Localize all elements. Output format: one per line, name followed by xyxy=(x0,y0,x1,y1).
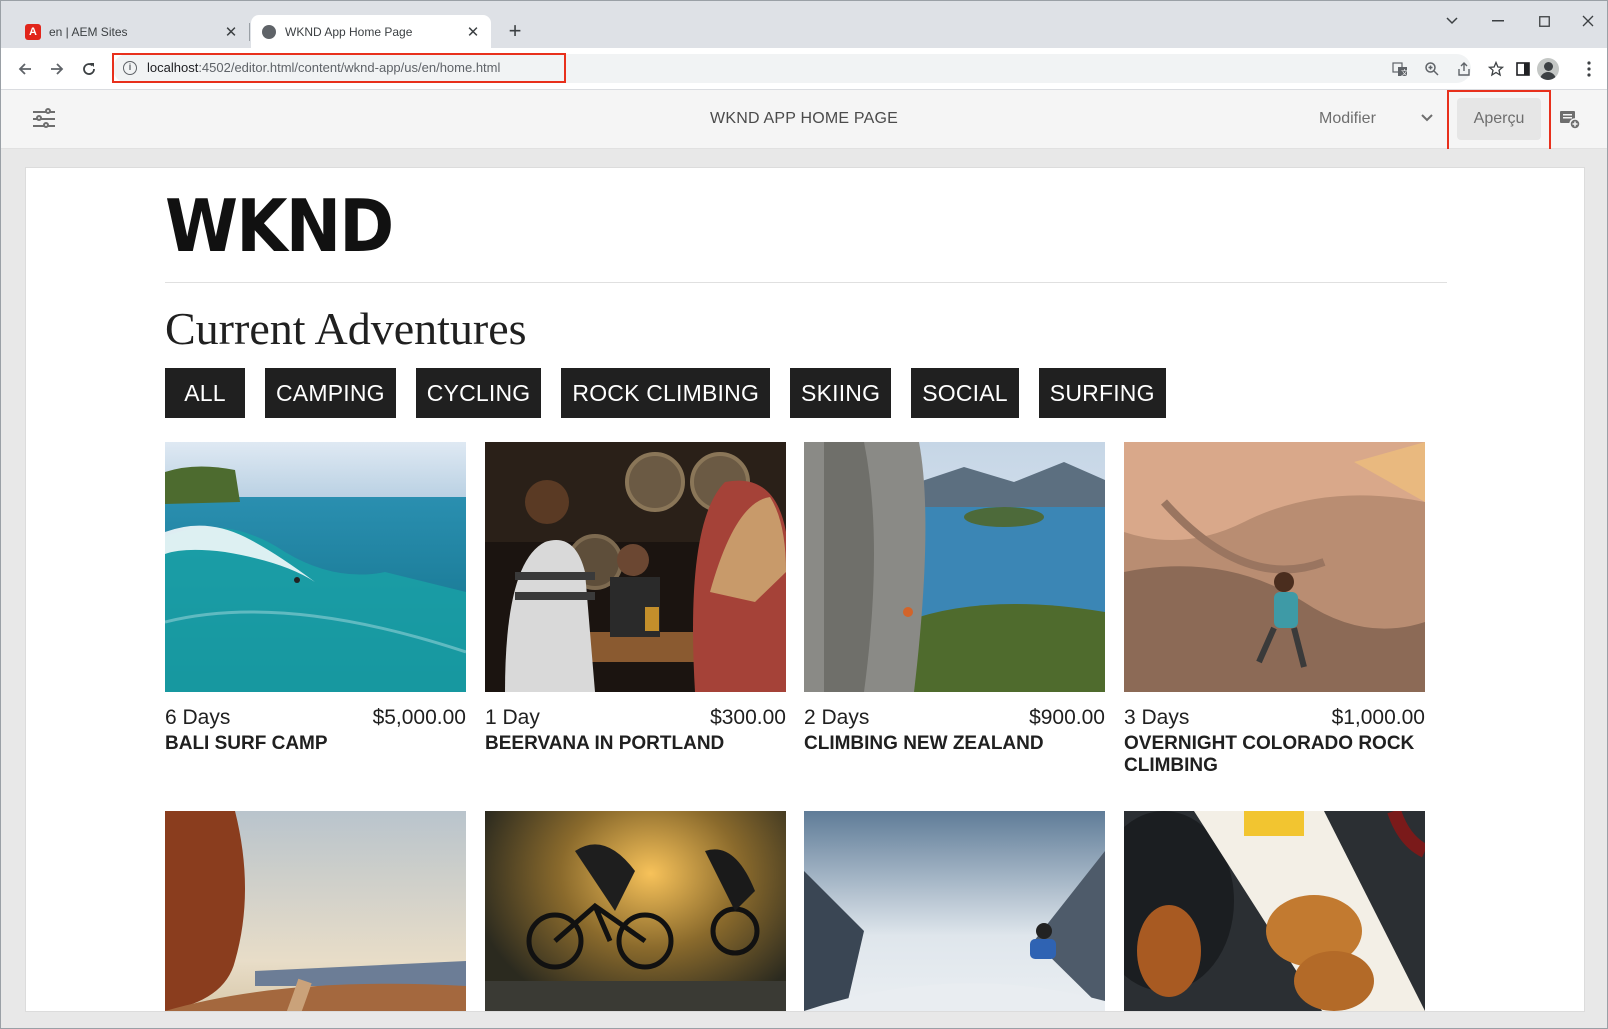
adventure-image-desert-biking[interactable] xyxy=(165,811,466,1011)
adventure-image-food[interactable] xyxy=(1124,811,1425,1011)
annotations-icon[interactable] xyxy=(1559,110,1581,130)
section-title: Current Adventures xyxy=(165,303,527,354)
side-panel-icon[interactable] xyxy=(1511,57,1535,81)
globe-icon xyxy=(261,24,277,40)
bookmark-star-icon[interactable] xyxy=(1487,60,1505,78)
back-arrow-icon[interactable] xyxy=(11,55,39,83)
tab-search-chevron-icon[interactable] xyxy=(1437,9,1467,33)
filter-rock-climbing[interactable]: ROCK CLIMBING xyxy=(561,368,771,418)
filter-skiing[interactable]: SKIING xyxy=(790,368,892,418)
adventure-price: $300.00 xyxy=(710,706,786,729)
tab-aem-sites[interactable]: A en | AEM Sites ✕ xyxy=(15,15,249,48)
header-divider xyxy=(165,282,1447,283)
adventure-duration: 1 Day xyxy=(485,706,540,729)
adventure-duration: 2 Days xyxy=(804,706,870,729)
filter-bar: ALL CAMPING CYCLING ROCK CLIMBING SKIING… xyxy=(165,368,1166,418)
maximize-icon[interactable] xyxy=(1529,9,1559,33)
mode-selector[interactable]: Modifier xyxy=(1319,110,1376,128)
page-content: WKND Current Adventures ALL CAMPING CYCL… xyxy=(25,167,1585,1012)
adventure-card-food[interactable] xyxy=(1124,811,1425,1011)
adventure-price: $5,000.00 xyxy=(372,706,466,729)
adventure-price: $900.00 xyxy=(1029,706,1105,729)
site-logo[interactable]: WKND xyxy=(165,190,394,262)
filter-social[interactable]: SOCIAL xyxy=(911,368,1019,418)
adventure-title[interactable]: CLIMBING NEW ZEALAND xyxy=(804,733,1105,755)
tab-title: WKND App Home Page xyxy=(285,24,413,39)
profile-avatar[interactable] xyxy=(1537,58,1559,80)
window-close-icon[interactable] xyxy=(1573,9,1603,33)
tab-strip: A en | AEM Sites ✕ WKND App Home Page ✕ … xyxy=(1,1,1607,48)
adventure-card-new-zealand[interactable]: 2 Days $900.00 CLIMBING NEW ZEALAND xyxy=(804,442,1105,755)
adventure-duration: 3 Days xyxy=(1124,706,1190,729)
adventure-image-climbing-lake[interactable] xyxy=(804,442,1105,692)
adventure-image-skiing[interactable] xyxy=(804,811,1105,1011)
filter-all[interactable]: ALL xyxy=(165,368,245,418)
adventure-card-skiing[interactable] xyxy=(804,811,1105,1011)
browser-window: A en | AEM Sites ✕ WKND App Home Page ✕ … xyxy=(0,0,1608,1029)
new-tab-button[interactable]: + xyxy=(503,18,527,43)
reload-icon[interactable] xyxy=(75,55,103,83)
svg-text:文: 文 xyxy=(1401,68,1408,77)
url-highlight-box xyxy=(112,53,566,83)
close-icon[interactable]: ✕ xyxy=(463,22,483,42)
minimize-icon[interactable] xyxy=(1483,9,1513,33)
adventure-image-rock-climbing[interactable] xyxy=(1124,442,1425,692)
zoom-icon[interactable] xyxy=(1423,60,1441,78)
editor-toolbar: WKND APP HOME PAGE Modifier Aperçu xyxy=(1,90,1607,149)
adventure-card-desert[interactable] xyxy=(165,811,466,1011)
adobe-icon: A xyxy=(25,23,41,40)
close-icon[interactable]: ✕ xyxy=(221,22,241,42)
more-menu-icon[interactable] xyxy=(1577,57,1601,81)
adventure-title[interactable]: BALI SURF CAMP xyxy=(165,733,466,755)
editor-canvas: WKND Current Adventures ALL CAMPING CYCL… xyxy=(1,149,1607,1028)
filter-camping[interactable]: CAMPING xyxy=(265,368,396,418)
adventure-price: $1,000.00 xyxy=(1331,706,1425,729)
adventure-card-colorado[interactable]: 3 Days $1,000.00 OVERNIGHT COLORADO ROCK … xyxy=(1124,442,1425,777)
adventure-image-cycling[interactable] xyxy=(485,811,786,1011)
adventure-title[interactable]: BEERVANA IN PORTLAND xyxy=(485,733,786,755)
adventure-image-surfing[interactable] xyxy=(165,442,466,692)
chevron-down-icon[interactable] xyxy=(1419,110,1435,126)
translate-icon[interactable]: 文 xyxy=(1391,60,1409,78)
adventure-duration: 6 Days xyxy=(165,706,231,729)
adventure-card-bali[interactable]: 6 Days $5,000.00 BALI SURF CAMP xyxy=(165,442,466,755)
filter-surfing[interactable]: SURFING xyxy=(1038,368,1166,418)
adventure-image-social[interactable] xyxy=(485,442,786,692)
share-icon[interactable] xyxy=(1455,60,1473,78)
adventure-card-beervana[interactable]: 1 Day $300.00 BEERVANA IN PORTLAND xyxy=(485,442,786,755)
preview-highlight-box xyxy=(1447,90,1551,151)
tab-wknd-home[interactable]: WKND App Home Page ✕ xyxy=(251,15,491,48)
filter-cycling[interactable]: CYCLING xyxy=(415,368,542,418)
tab-title: en | AEM Sites xyxy=(49,24,128,39)
adventure-card-cycling[interactable] xyxy=(485,811,786,1011)
tab-separator xyxy=(249,23,250,41)
forward-arrow-icon[interactable] xyxy=(43,55,71,83)
adventure-title[interactable]: OVERNIGHT COLORADO ROCK CLIMBING xyxy=(1124,733,1425,777)
